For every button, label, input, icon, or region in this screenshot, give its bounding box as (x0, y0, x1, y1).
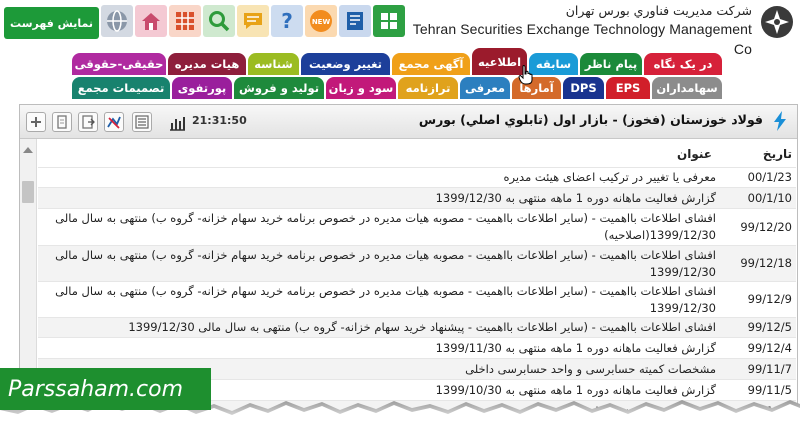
table-row[interactable]: 00/1/10 گزارش فعالیت ماهانه دوره 1 ماهه … (38, 187, 796, 208)
export-icon[interactable] (78, 112, 98, 132)
tab-production-sales[interactable]: تولید و فروش (234, 77, 324, 99)
bar-chart-icon[interactable] (168, 114, 186, 132)
tab-at-a-glance[interactable]: در یک نگاه (644, 53, 722, 75)
watermark-badge: Parssaham.com (0, 368, 211, 410)
app-header: شرکت مديريت فناوري بورس تهران Tehran Sec… (0, 0, 800, 57)
list-icon[interactable] (132, 112, 152, 132)
company-name-fa: شرکت مديريت فناوري بورس تهران (565, 3, 752, 18)
symbol-title: فولاد خوزستان (فخوز) - بازار اول (تابلوي… (419, 112, 763, 127)
row-date: 99/11/7 (747, 362, 792, 376)
table-row[interactable]: 99/12/5 افشای اطلاعات بااهمیت - (سایر اط… (38, 317, 796, 337)
add-icon[interactable] (26, 112, 46, 132)
row-date: 99/12/4 (747, 341, 792, 355)
table-row[interactable]: 00/1/23 معرفی یا تغییر در ترکیب اعضای هی… (38, 167, 796, 187)
tab-status-change[interactable]: تغییر وضعیت (301, 53, 390, 75)
tab-identity[interactable]: شناسه (248, 53, 299, 75)
home-icon[interactable] (135, 5, 167, 37)
row-title[interactable]: افشای اطلاعات بااهمیت - (سایر اطلاعات با… (42, 319, 716, 336)
tab-balance-sheet[interactable]: ترازنامه (398, 77, 458, 99)
tab-portfolio[interactable]: پورتفوی (172, 77, 232, 99)
row-title[interactable]: افشای اطلاعات بااهمیت - (سایر اطلاعات با… (42, 247, 716, 281)
row-title[interactable]: افشای اطلاعات بااهمیت - (سایر اطلاعات با… (42, 283, 716, 317)
mouse-pointer-icon (518, 65, 533, 85)
tsetmc-logo (758, 4, 796, 40)
row-date: 99/12/5 (747, 320, 792, 334)
tab-bar: در یک نگاه پیام ناظر سابقه اطلاعیه آگهی … (0, 48, 800, 104)
column-header-date: تاريخ (762, 147, 792, 161)
table-row[interactable]: 99/12/18 افشای اطلاعات بااهمیت - (سایر ا… (38, 245, 796, 281)
search-icon[interactable] (203, 5, 235, 37)
globe-icon[interactable] (101, 5, 133, 37)
tab-profit-loss[interactable]: سود و زیان (326, 77, 396, 99)
chart-cross-icon[interactable] (104, 112, 124, 132)
tab-shareholders[interactable]: سهامداران (652, 77, 722, 99)
new-badge-icon[interactable]: NEW (305, 5, 337, 37)
row-date: 99/12/18 (740, 256, 792, 270)
row-title[interactable]: گزارش فعالیت ماهانه دوره 1 ماهه منتهی به… (42, 190, 716, 207)
symbol-title-text: فولاد خوزستان (فخوز) - بازار اول (تابلوي… (418, 112, 763, 127)
row-date: 99/12/20 (740, 220, 792, 234)
show-list-button[interactable]: نمایش فهرست (4, 7, 99, 39)
table-row[interactable]: 99/12/4 گزارش فعالیت ماهانه دوره 1 ماهه … (38, 337, 796, 358)
table-icon[interactable] (169, 5, 201, 37)
row-date: 00/1/23 (747, 170, 792, 184)
tab-dps[interactable]: DPS (563, 77, 604, 99)
svg-text:?: ? (281, 9, 293, 33)
tab-history[interactable]: سابقه (529, 53, 578, 75)
tab-real-legal[interactable]: حقیقی-حقوقی (72, 53, 166, 75)
tab-board-of-directors[interactable]: هیات مدیره (168, 53, 246, 75)
clock: 21:31:50 (192, 114, 247, 127)
row-title[interactable]: گزارش فعالیت ماهانه دوره 1 ماهه منتهی به… (42, 340, 716, 357)
news-book-icon[interactable] (339, 5, 371, 37)
grid-apps-icon[interactable] (373, 5, 405, 37)
column-header-title: عنوان (677, 147, 712, 161)
row-title[interactable]: معرفی یا تغییر در ترکیب اعضای هیئت مدیره (42, 169, 716, 186)
document-icon[interactable] (52, 112, 72, 132)
header-toolbar: ? NEW (101, 5, 405, 39)
row-title[interactable]: افشای اطلاعات بااهمیت - (سایر اطلاعات با… (42, 210, 716, 244)
table-header: تاريخ عنوان (38, 141, 796, 167)
help-icon[interactable]: ? (271, 5, 303, 37)
tab-eps[interactable]: EPS (606, 77, 650, 99)
tab-assembly-notice[interactable]: آگهی مجمع (392, 53, 470, 75)
panel-toolbar: 21:31:50 فولاد خوزستان (فخوز) - بازار او… (20, 105, 797, 139)
tab-assembly-decisions[interactable]: تصمیمات مجمع (72, 77, 170, 99)
row-date: 99/12/9 (747, 292, 792, 306)
table-row[interactable]: 99/12/9 افشای اطلاعات بااهمیت - (سایر اط… (38, 281, 796, 317)
scroll-up-arrow-icon[interactable] (23, 147, 33, 153)
chat-bubble-icon[interactable] (237, 5, 269, 37)
row-date: 00/1/10 (747, 191, 792, 205)
scroll-thumb[interactable] (22, 181, 34, 203)
new-badge-text: NEW (312, 18, 331, 26)
table-row[interactable]: 99/12/20 افشای اطلاعات بااهمیت - (سایر ا… (38, 208, 796, 245)
tab-supervisor-message[interactable]: پیام ناظر (580, 53, 642, 75)
lightning-icon (774, 111, 786, 131)
tab-introduction[interactable]: معرفی (460, 77, 510, 99)
